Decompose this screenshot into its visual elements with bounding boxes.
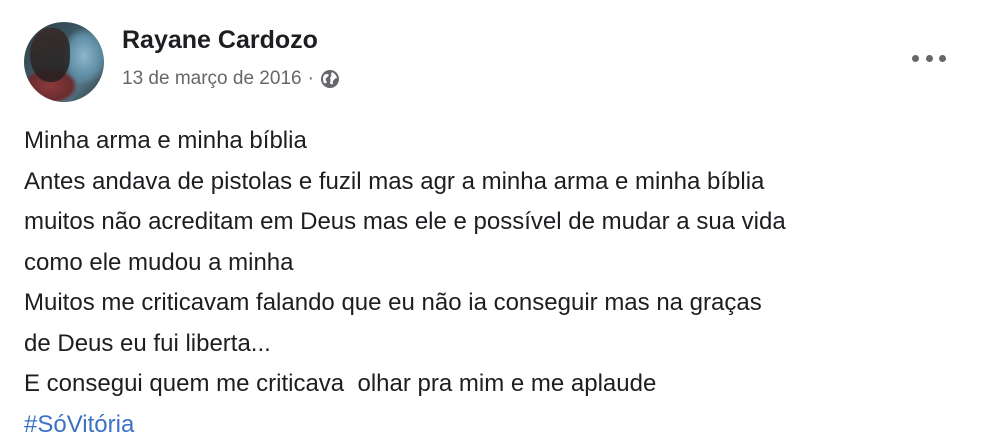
meta-separator: · [307, 68, 314, 89]
post-line: como ele mudou a minha [24, 248, 294, 276]
post-meta: 13 de março de 2016 · [122, 68, 340, 90]
post-line: E consegui quem me criticava olhar pra m… [24, 370, 657, 397]
post-line: Minha arma e minha bíblia [24, 127, 307, 154]
globe-icon[interactable] [320, 69, 340, 89]
post-line: Antes andava de pistolas e fuzil mas agr… [24, 167, 765, 195]
post-body: Minha arma e minha bíblia Antes andava d… [24, 121, 964, 442]
more-dot [925, 54, 933, 62]
hashtag-link[interactable]: #SóVitória [24, 405, 964, 442]
post-date[interactable]: 13 de março de 2016 [122, 68, 302, 90]
facebook-post: Rayane Cardozo 13 de março de 2016 · Min… [0, 0, 984, 442]
avatar-photo [30, 28, 70, 82]
avatar[interactable] [24, 22, 104, 102]
author-name[interactable]: Rayane Cardozo [122, 26, 318, 55]
more-options-icon[interactable] [912, 48, 946, 68]
more-dot [912, 54, 919, 62]
post-line: Muitos me criticavam falando que eu não … [24, 289, 762, 316]
post-line: muitos não acreditam em Deus mas ele e p… [24, 208, 786, 235]
more-dot [939, 54, 946, 62]
post-line: de Deus eu fui liberta... [24, 329, 271, 357]
